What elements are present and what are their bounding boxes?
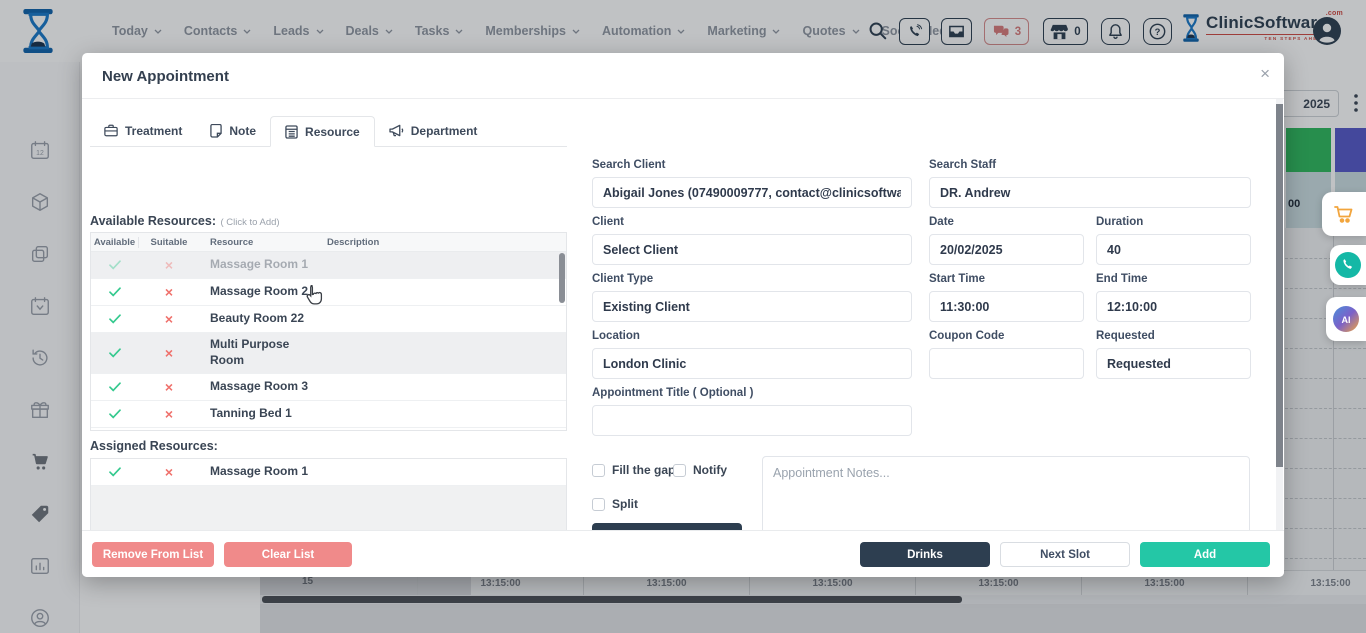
modal-scrollbar[interactable] — [1276, 99, 1283, 530]
modal-footer: Remove From List Clear List Drinks Next … — [82, 530, 1284, 577]
department-icon — [389, 124, 404, 137]
date-label: Date — [929, 216, 954, 228]
clear-list-button[interactable]: Clear List — [224, 542, 352, 567]
resource-icon — [285, 125, 298, 139]
notify-checkbox[interactable]: Notify — [673, 463, 727, 477]
resource-tabbar: Treatment Note Resource Department — [90, 115, 567, 147]
table-row[interactable]: × Massage Room 1 — [91, 459, 566, 486]
tab-note[interactable]: Note — [196, 115, 270, 146]
modal-body: Treatment Note Resource Department Avail… — [82, 99, 1284, 530]
table-row[interactable]: × Beauty Room 22 — [91, 306, 566, 333]
search-client-input[interactable] — [592, 177, 912, 208]
search-client-label: Search Client — [592, 159, 666, 171]
client-type-select[interactable] — [592, 291, 912, 322]
modal-scrollbar-thumb[interactable] — [1276, 104, 1283, 467]
table-row[interactable]: × Massage Room 2 — [91, 279, 566, 306]
date-input[interactable] — [929, 234, 1084, 265]
next-slot-button[interactable]: Next Slot — [1000, 542, 1130, 567]
appointment-title-input[interactable] — [592, 405, 912, 436]
search-staff-label: Search Staff — [929, 159, 996, 171]
modal-header: New Appointment × — [82, 53, 1284, 99]
drinks-button[interactable]: Drinks — [860, 542, 990, 567]
checkbox-box — [673, 464, 686, 477]
modal-title: New Appointment — [102, 68, 229, 85]
cross-icon: × — [165, 407, 173, 421]
checkbox-box — [592, 464, 605, 477]
start-time-input[interactable] — [929, 291, 1084, 322]
duration-label: Duration — [1096, 216, 1143, 228]
search-staff-input[interactable] — [929, 177, 1251, 208]
appointment-notes-textarea[interactable] — [762, 456, 1250, 530]
requested-label: Requested — [1096, 330, 1155, 342]
end-time-label: End Time — [1096, 273, 1148, 285]
check-icon — [91, 467, 139, 477]
check-icon — [91, 314, 139, 324]
available-resources-table: Available Suitable Resource Description … — [90, 232, 567, 431]
fill-the-gap-checkbox[interactable]: Fill the gap — [592, 463, 675, 477]
add-button[interactable]: Add — [1140, 542, 1270, 567]
requested-select[interactable] — [1096, 348, 1251, 379]
duration-input[interactable] — [1096, 234, 1251, 265]
coupon-code-label: Coupon Code — [929, 330, 1004, 342]
end-time-input[interactable] — [1096, 291, 1251, 322]
svg-text:AI: AI — [1342, 315, 1351, 325]
location-select[interactable] — [592, 348, 912, 379]
tab-resource[interactable]: Resource — [270, 116, 375, 147]
remove-from-list-button[interactable]: Remove From List — [92, 542, 214, 567]
tab-treatment[interactable]: Treatment — [90, 115, 196, 146]
table-row[interactable]: × Multi Purpose Room — [91, 333, 566, 374]
table-scrollbar-thumb[interactable] — [559, 253, 565, 303]
cross-icon: × — [165, 258, 173, 272]
client-select[interactable] — [592, 234, 912, 265]
quick-phone-button[interactable] — [1330, 245, 1366, 285]
cross-icon: × — [165, 285, 173, 299]
check-icon — [91, 409, 139, 419]
table-row[interactable]: × Massage Room 3 — [91, 374, 566, 401]
cross-icon: × — [165, 346, 173, 360]
check-icon — [91, 260, 139, 270]
close-icon[interactable]: × — [1260, 65, 1270, 82]
assigned-resources-table: × Massage Room 1 — [90, 458, 567, 530]
client-type-label: Client Type — [592, 273, 653, 285]
check-icon — [91, 348, 139, 358]
cross-icon: × — [165, 465, 173, 479]
check-icon — [91, 382, 139, 392]
appointment-title-label: Appointment Title ( Optional ) — [592, 387, 753, 399]
phone-teal-icon — [1335, 252, 1361, 278]
available-resources-label: Available Resources: ( Click to Add) — [90, 212, 280, 230]
ai-icon: AI — [1331, 304, 1361, 334]
check-icon — [91, 287, 139, 297]
tab-department[interactable]: Department — [375, 115, 492, 146]
new-appointment-modal: New Appointment × Treatment Note Resourc… — [82, 53, 1284, 577]
table-row[interactable]: × Massage Room 1 — [91, 252, 566, 279]
coupon-code-input[interactable] — [929, 348, 1084, 379]
start-time-label: Start Time — [929, 273, 985, 285]
cross-icon: × — [165, 380, 173, 394]
treatment-icon — [104, 124, 118, 137]
cross-icon: × — [165, 312, 173, 326]
location-label: Location — [592, 330, 640, 342]
assigned-resources-label: Assigned Resources: — [90, 439, 218, 453]
table-row[interactable]: × Tanning Bed 1 — [91, 401, 566, 428]
client-label: Client — [592, 216, 624, 228]
table-header: Available Suitable Resource Description — [91, 233, 566, 252]
note-icon — [210, 124, 222, 138]
quick-cart-button[interactable] — [1322, 192, 1366, 236]
cart-orange-icon — [1332, 202, 1356, 226]
split-checkbox[interactable]: Split — [592, 497, 638, 511]
checkbox-box — [592, 498, 605, 511]
client-notes-button[interactable]: Client Notes — [592, 523, 742, 530]
quick-ai-button[interactable]: AI — [1326, 297, 1366, 341]
